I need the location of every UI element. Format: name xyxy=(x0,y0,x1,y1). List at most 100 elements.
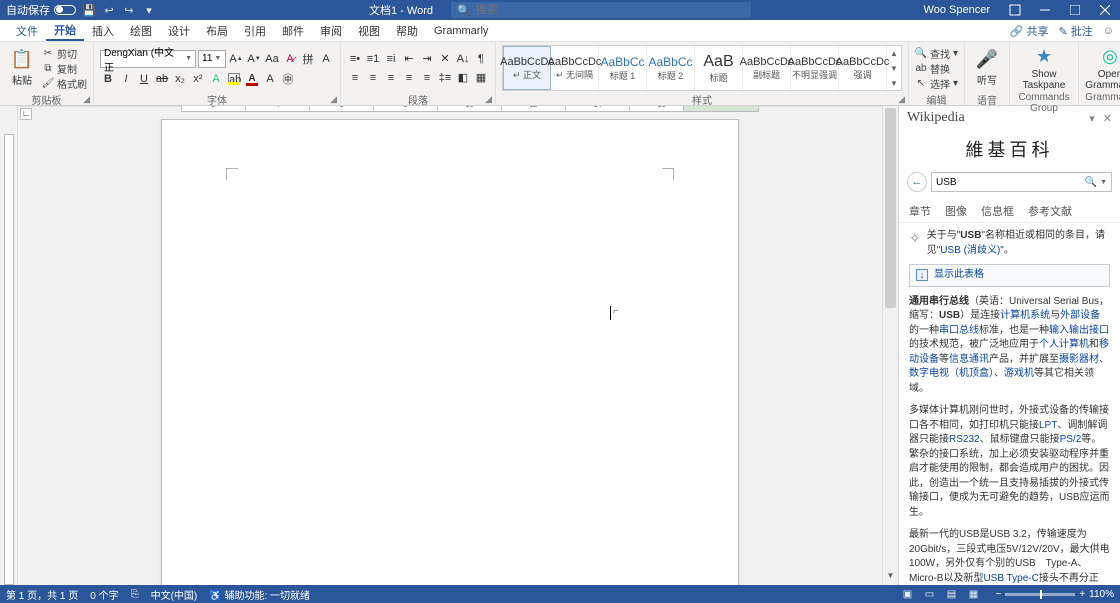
cut-button[interactable]: ✂剪切 xyxy=(42,46,87,60)
select-button[interactable]: ↖选择▾ xyxy=(915,76,958,90)
style-item[interactable]: AaBbCc标题 1 xyxy=(599,46,647,90)
menu-tab-开始[interactable]: 开始 xyxy=(46,20,84,41)
menu-tab-帮助[interactable]: 帮助 xyxy=(388,20,426,41)
zoom-in-icon[interactable]: + xyxy=(1079,589,1085,600)
clear-format-button[interactable]: A̷ xyxy=(282,51,298,67)
pane-options-icon[interactable]: ▾ xyxy=(1089,112,1095,125)
menu-tab-Grammarly[interactable]: Grammarly xyxy=(426,20,496,41)
wiki-link[interactable]: 信息通讯 xyxy=(949,354,989,365)
user-name[interactable]: Woo Spencer xyxy=(924,4,990,16)
open-grammarly-button[interactable]: ◎Open Grammarly xyxy=(1085,46,1120,91)
wiki-article-body[interactable]: ✧ 关于与"USB"名称相近或相同的条目，请见"USB (消歧义)"。 ↓ 显示… xyxy=(899,223,1120,585)
vertical-scrollbar[interactable]: ▲ ▼ xyxy=(882,106,898,585)
maximize-button[interactable] xyxy=(1060,0,1090,20)
superscript-button[interactable]: x² xyxy=(190,71,206,87)
autosave-toggle[interactable]: 自动保存 xyxy=(6,2,76,18)
show-marks-button[interactable]: ¶ xyxy=(473,51,489,67)
share-button[interactable]: 🔗 共享 xyxy=(1010,23,1049,39)
comments-button[interactable]: ✎ 批注 xyxy=(1058,23,1092,39)
spell-check-icon[interactable]: ⎘ xyxy=(131,589,139,600)
paste-button[interactable]: 📋粘贴 xyxy=(6,49,38,87)
back-button[interactable]: ← xyxy=(907,172,927,192)
dialog-launcher-icon[interactable]: ◢ xyxy=(330,94,337,105)
wiki-link[interactable]: 外部设备 xyxy=(1060,310,1100,321)
style-item[interactable]: AaBbCcDc↵ 无间隔 xyxy=(551,46,599,90)
document-page[interactable]: ⌐ xyxy=(161,119,739,585)
decrease-indent-button[interactable]: ⇤ xyxy=(401,51,417,67)
format-painter-button[interactable]: 🖌格式刷 xyxy=(42,76,87,90)
wiki-link[interactable]: USB Type-C xyxy=(983,573,1038,584)
justify-button[interactable]: ≡ xyxy=(401,70,417,86)
pane-close-icon[interactable]: ✕ xyxy=(1103,112,1112,125)
menu-tab-绘图[interactable]: 绘图 xyxy=(122,20,160,41)
help-icon[interactable]: ☺ xyxy=(1103,25,1114,37)
wiki-link[interactable]: RS232 xyxy=(949,434,980,445)
char-shading-button[interactable]: A xyxy=(262,71,278,87)
show-taskpane-button[interactable]: ★Show Taskpane xyxy=(1016,46,1072,91)
zoom-out-icon[interactable]: − xyxy=(995,589,1001,600)
styles-gallery[interactable]: AaBbCcDc↵ 正文AaBbCcDc↵ 无间隔AaBbCc标题 1AaBbC… xyxy=(502,45,902,91)
style-item[interactable]: AaBbCcDc↵ 正文 xyxy=(503,46,551,90)
font-name-combo[interactable]: DengXian (中文正▼ xyxy=(100,50,196,68)
multilevel-button[interactable]: ≡i xyxy=(383,51,399,67)
wiki-link[interactable]: 计算机系统 xyxy=(1000,310,1050,321)
undo-icon[interactable]: ↩ xyxy=(102,3,116,17)
scroll-thumb[interactable] xyxy=(885,108,896,308)
distributed-button[interactable]: ≡ xyxy=(419,70,435,86)
word-count[interactable]: 0 个字 xyxy=(90,587,118,602)
wiki-link[interactable]: PS/2 xyxy=(1060,434,1082,445)
menu-tab-布局[interactable]: 布局 xyxy=(198,20,236,41)
wiki-tab[interactable]: 图像 xyxy=(945,203,967,219)
style-item[interactable]: AaBbCc标题 2 xyxy=(647,46,695,90)
line-spacing-button[interactable]: ‡≡ xyxy=(437,70,453,86)
style-item[interactable]: AaB标题 xyxy=(695,46,743,90)
bullets-button[interactable]: ≡• xyxy=(347,51,363,67)
wiki-link[interactable]: 个人计算机 xyxy=(1039,339,1089,350)
wiki-tab[interactable]: 参考文献 xyxy=(1028,203,1072,219)
dialog-launcher-icon[interactable]: ◢ xyxy=(485,94,492,105)
horizontal-ruler[interactable]: ∟ 24681012141618 xyxy=(18,106,882,107)
wiki-tab[interactable]: 信息框 xyxy=(981,203,1014,219)
shrink-font-button[interactable]: A▼ xyxy=(246,51,262,67)
page-status[interactable]: 第 1 页，共 1 页 xyxy=(6,587,78,602)
tab-selector[interactable]: ∟ xyxy=(20,108,32,120)
style-item[interactable]: AaBbCcDc强调 xyxy=(839,46,887,90)
menu-tab-设计[interactable]: 设计 xyxy=(160,20,198,41)
zoom-control[interactable]: − + 110% xyxy=(995,589,1114,600)
web-layout-icon[interactable]: ▦ xyxy=(963,587,983,601)
align-left-button[interactable]: ≡ xyxy=(347,70,363,86)
wiki-link[interactable]: 数字电视（机顶盒） xyxy=(909,368,994,379)
chevron-down-icon[interactable]: ▼ xyxy=(1100,179,1107,186)
align-right-button[interactable]: ≡ xyxy=(383,70,399,86)
dialog-launcher-icon[interactable]: ◢ xyxy=(83,94,90,105)
save-icon[interactable]: 💾 xyxy=(82,3,96,17)
wiki-search-box[interactable]: 🔍 ▼ xyxy=(931,172,1112,192)
phonetic-guide-button[interactable]: 拼 xyxy=(300,51,316,67)
wiki-link[interactable]: 游戏机 xyxy=(1004,368,1034,379)
ribbon-options-icon[interactable] xyxy=(1000,0,1030,20)
shading-button[interactable]: ◧ xyxy=(455,70,471,86)
subscript-button[interactable]: x₂ xyxy=(172,71,188,87)
replace-button[interactable]: ab替换 xyxy=(915,61,958,75)
disambig-link[interactable]: USB (消歧义) xyxy=(940,245,1000,256)
highlight-button[interactable]: ab xyxy=(226,71,242,87)
borders-button[interactable]: ▦ xyxy=(473,70,489,86)
wiki-search-input[interactable] xyxy=(936,177,1085,188)
styles-more-button[interactable]: ▲▼▼ xyxy=(887,49,901,88)
strike-button[interactable]: ab xyxy=(154,71,170,87)
redo-icon[interactable]: ↪ xyxy=(122,3,136,17)
dialog-launcher-icon[interactable]: ◢ xyxy=(898,94,905,105)
char-border-button[interactable]: A xyxy=(318,51,334,67)
search-input[interactable] xyxy=(476,4,745,16)
minimize-button[interactable] xyxy=(1030,0,1060,20)
close-button[interactable] xyxy=(1090,0,1120,20)
find-button[interactable]: 🔍查找▾ xyxy=(915,46,958,60)
wiki-tab[interactable]: 章节 xyxy=(909,203,931,219)
grow-font-button[interactable]: A▲ xyxy=(228,51,244,67)
search-icon[interactable]: 🔍 xyxy=(1085,177,1097,188)
wiki-link[interactable]: LPT xyxy=(1039,420,1057,431)
menu-tab-引用[interactable]: 引用 xyxy=(236,20,274,41)
increase-indent-button[interactable]: ⇥ xyxy=(419,51,435,67)
menu-tab-审阅[interactable]: 审阅 xyxy=(312,20,350,41)
wiki-link[interactable]: 摄影器材 xyxy=(1059,354,1099,365)
